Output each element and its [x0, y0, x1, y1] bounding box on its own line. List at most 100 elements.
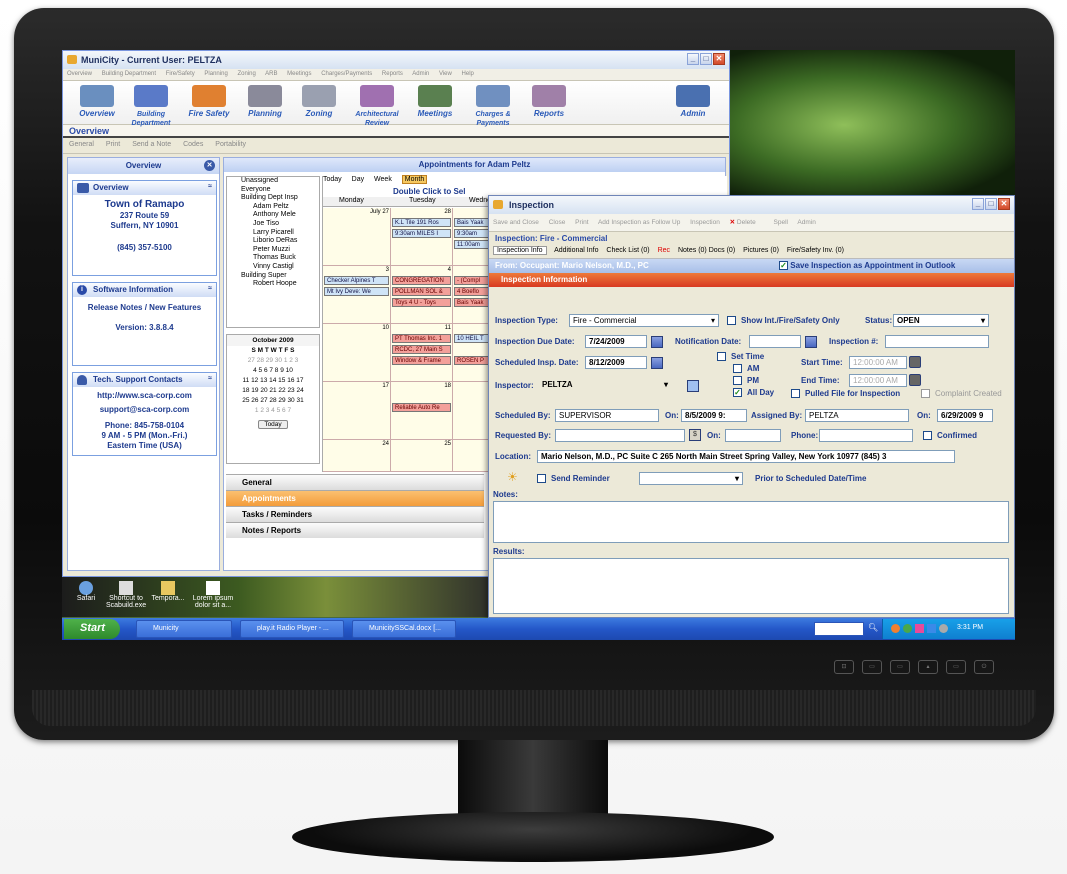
menu-item[interactable]: Building Department: [102, 71, 156, 77]
confirmed-checkbox[interactable]: [923, 431, 932, 440]
menu-item[interactable]: Help: [462, 71, 474, 77]
tree-item[interactable]: Unassigned: [227, 177, 319, 186]
task-radio-player[interactable]: play.it Radio Player - ...: [240, 620, 344, 638]
inspection-titlebar[interactable]: Inspection _ □ ✕: [489, 196, 1014, 214]
nav-tasks[interactable]: Tasks / Reminders: [226, 506, 484, 522]
sched-date-field[interactable]: 8/12/2009: [585, 356, 647, 369]
calendar-icon[interactable]: [805, 336, 817, 348]
menu-item[interactable]: ARB: [265, 71, 277, 77]
collapse-icon[interactable]: ≈: [208, 285, 212, 292]
ribbon-building[interactable]: Building Department: [121, 85, 181, 127]
tab-additional-info[interactable]: Additional Info: [554, 247, 598, 254]
send-reminder-checkbox[interactable]: [537, 474, 546, 483]
appointment[interactable]: 9:30am MILES I: [392, 229, 451, 238]
minical-month[interactable]: October 2009: [227, 335, 319, 346]
start-button[interactable]: Start: [64, 619, 120, 639]
monitor-button[interactable]: ▭: [890, 660, 910, 674]
close-pane-icon[interactable]: ✕: [204, 160, 215, 171]
minical-week[interactable]: 11 12 13 14 15 16 17: [227, 376, 319, 386]
toolbar-send-note[interactable]: Send a Note: [132, 141, 171, 148]
toolbar-general[interactable]: General: [69, 141, 94, 148]
desktop-icon-lorem[interactable]: Lorem ipsum dolor sit a...: [188, 581, 238, 609]
start-time-field[interactable]: 12:00:00 AM: [849, 356, 907, 369]
search-box[interactable]: [814, 622, 864, 636]
am-checkbox[interactable]: [733, 364, 742, 373]
view-week[interactable]: Week: [374, 176, 392, 183]
tab-notes-docs[interactable]: Notes (0) Docs (0): [678, 247, 735, 254]
ribbon-charges[interactable]: Charges & Payments: [463, 85, 523, 127]
monitor-button[interactable]: ▭: [946, 660, 966, 674]
tree-item[interactable]: Building Dept Insp: [227, 194, 319, 203]
minimize-button[interactable]: _: [972, 198, 984, 210]
ribbon-admin[interactable]: Admin: [663, 85, 723, 121]
scheduled-on-field[interactable]: 8/5/2009 9:: [681, 409, 747, 422]
all-day-checkbox[interactable]: ✓: [733, 388, 742, 397]
maximize-button[interactable]: □: [985, 198, 997, 210]
task-municity[interactable]: Municity: [136, 620, 232, 638]
spell-button[interactable]: Spell: [774, 219, 788, 226]
end-time-field[interactable]: 12:00:00 AM: [849, 374, 907, 387]
tree-item[interactable]: Larry Picarell: [227, 229, 319, 238]
inspection-button[interactable]: Inspection: [690, 219, 720, 226]
appointment[interactable]: Reliable Auto Re: [392, 403, 451, 412]
clock-icon[interactable]: [909, 374, 921, 386]
save-close-button[interactable]: Save and Close: [493, 219, 539, 226]
close-button[interactable]: ✕: [998, 198, 1010, 210]
tray-icon[interactable]: [915, 624, 924, 633]
pm-checkbox[interactable]: [733, 376, 742, 385]
close-dialog-button[interactable]: Close: [549, 219, 566, 226]
main-window-titlebar[interactable]: MuniCity - Current User: PELTZA _ □ ✕: [63, 51, 729, 69]
complaint-checkbox[interactable]: [921, 389, 930, 398]
monitor-button[interactable]: ▭: [862, 660, 882, 674]
desktop-icon-temporary[interactable]: Tempora...: [148, 581, 188, 602]
nav-appointments[interactable]: Appointments: [226, 490, 484, 506]
tab-inspection-info[interactable]: Inspection Info: [493, 246, 547, 255]
delete-button[interactable]: ✕ Delete: [730, 219, 764, 226]
menu-item[interactable]: Charges/Payments: [321, 71, 372, 77]
toolbar-codes[interactable]: Codes: [183, 141, 203, 148]
results-textarea[interactable]: [493, 558, 1009, 614]
print-button[interactable]: Print: [575, 219, 588, 226]
admin-button[interactable]: Admin: [797, 219, 815, 226]
collapse-icon[interactable]: ≈: [208, 375, 212, 382]
tab-rec[interactable]: Rec: [658, 247, 670, 254]
ribbon-planning[interactable]: Planning: [235, 85, 295, 121]
location-field[interactable]: Mario Nelson, M.D., PC Suite C 265 North…: [537, 450, 955, 463]
power-icon[interactable]: ⏻: [974, 660, 994, 674]
appointment[interactable]: Window & Frame: [392, 356, 451, 365]
minical-week[interactable]: 1 2 3 4 5 6 7: [227, 406, 319, 416]
calendar-icon[interactable]: [651, 336, 663, 348]
collapse-icon[interactable]: ≈: [208, 183, 212, 190]
tree-item[interactable]: Liborio DeRas: [227, 237, 319, 246]
requested-on-field[interactable]: [725, 429, 781, 442]
menu-item[interactable]: Zoning: [237, 71, 255, 77]
menu-item[interactable]: Reports: [382, 71, 403, 77]
monitor-button[interactable]: ⊡: [834, 660, 854, 674]
minical-week[interactable]: 25 26 27 28 29 30 31: [227, 396, 319, 406]
panel-header[interactable]: Tech. Support Contacts ≈: [73, 373, 216, 387]
tray-icon[interactable]: [891, 624, 900, 633]
ribbon-reports[interactable]: Reports: [519, 85, 579, 121]
status-select[interactable]: OPEN ▾: [893, 314, 989, 327]
menu-item[interactable]: Overview: [67, 71, 92, 77]
tree-item[interactable]: Peter Muzzi: [227, 246, 319, 255]
tab-fire-safety[interactable]: Fire/Safety Inv. (0): [787, 247, 844, 254]
tree-item[interactable]: Everyone: [227, 186, 319, 195]
tab-pictures[interactable]: Pictures (0): [743, 247, 779, 254]
follow-up-button[interactable]: Add Inspection as Follow Up: [598, 219, 680, 226]
scheduled-by-field[interactable]: SUPERVISOR: [555, 409, 659, 422]
inspector-select[interactable]: PELTZA ▾: [539, 379, 671, 392]
close-button[interactable]: ✕: [713, 53, 725, 65]
tree-item[interactable]: Robert Hoope: [227, 280, 319, 289]
nav-general[interactable]: General: [226, 474, 484, 490]
panel-header[interactable]: Overview ≈: [73, 181, 216, 195]
inspection-number-field[interactable]: [885, 335, 989, 348]
minical-week[interactable]: 18 19 20 21 22 23 24: [227, 386, 319, 396]
release-notes-link[interactable]: Release Notes / New Features: [73, 303, 216, 313]
view-today[interactable]: Today: [323, 176, 342, 183]
minical-week[interactable]: 27 28 29 30 1 2 3: [227, 356, 319, 366]
tree-item[interactable]: Adam Peltz: [227, 203, 319, 212]
view-day[interactable]: Day: [352, 176, 364, 183]
support-email[interactable]: support@sca-corp.com: [73, 405, 216, 415]
appointment[interactable]: PT Thomas Inc. 1: [392, 334, 451, 343]
